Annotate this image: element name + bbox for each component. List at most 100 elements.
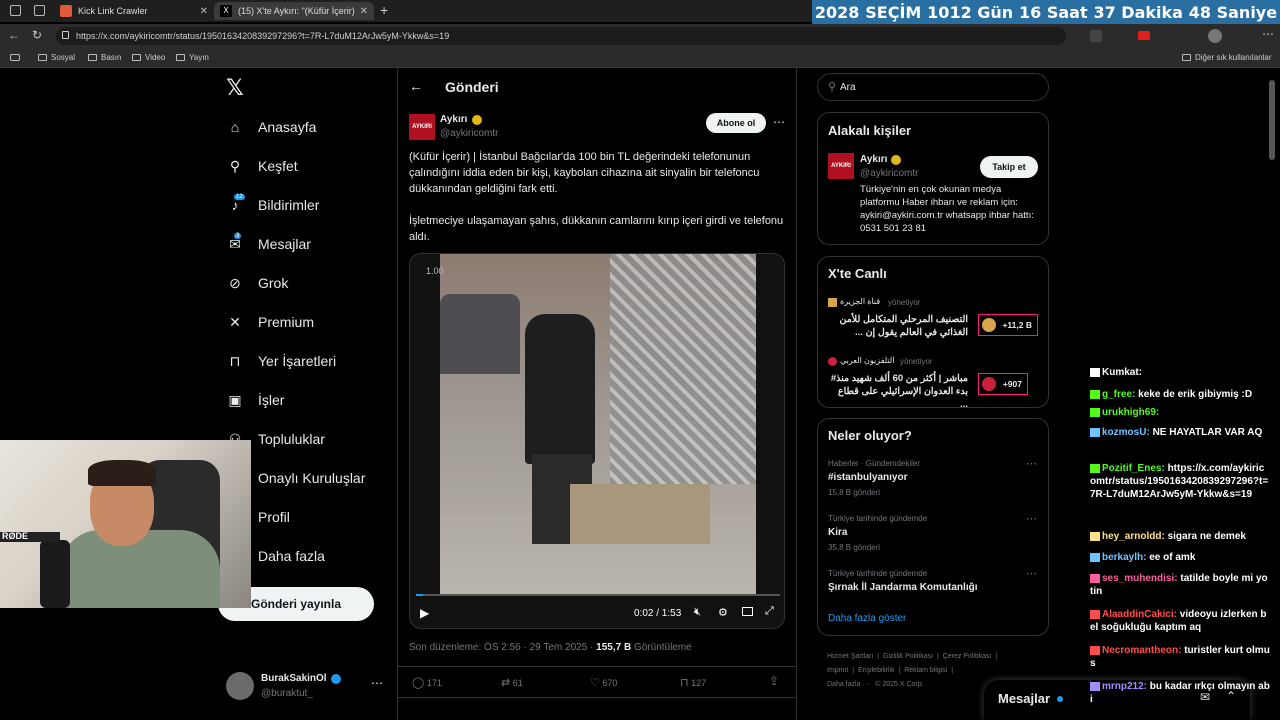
refresh-icon[interactable]: ↻ [32,28,42,42]
chat-username[interactable]: hey_arnoldd: [1102,531,1165,542]
extensions-icon[interactable] [1090,30,1102,42]
trends-title: Neler oluyor? [828,428,912,443]
tab-kick-link-crawler[interactable]: Kick Link Crawler ✕ [54,2,214,20]
footer-link[interactable]: Erişilebilirlik [858,667,895,674]
chat-line: Necromantheon: turistler kurt olmus [1090,644,1270,670]
tab-close-icon[interactable]: ✕ [359,5,368,17]
account-switcher[interactable]: BurakSakinOl @buraktut_ ⋯ [226,670,386,702]
trend-more-icon[interactable]: ⋯ [1026,512,1037,525]
new-tab-icon[interactable]: + [380,2,388,18]
volume-icon[interactable]: 🔇︎ [694,606,701,619]
live-listeners: +907 [978,373,1028,395]
back-icon[interactable]: ← [8,28,20,42]
trend-item[interactable]: Türkiye tarihinde gündemde Şırnak İl Jan… [828,567,1040,599]
author-name[interactable]: Aykırı [440,114,467,125]
chat-username[interactable]: Necromantheon: [1102,645,1181,656]
other-bookmarks[interactable]: Diğer sık kullanılanlar [1182,53,1271,62]
footer-link[interactable]: Gizlilik Politikası [883,653,933,660]
scrollbar-thumb[interactable] [1269,80,1275,160]
post-header: ← Gönderi [398,68,796,106]
account-handle: @buraktut_ [261,688,313,699]
chat-username[interactable]: kozmosU: [1102,427,1150,438]
chat-username[interactable]: mrnp212: [1102,681,1147,692]
account-more-icon[interactable]: ⋯ [371,676,383,690]
fullscreen-icon[interactable]: ⤢ [765,605,774,618]
post-more-icon[interactable]: ⋯ [773,115,785,129]
video-player[interactable]: 1.00 ▶ 0:02 / 1:53 🔇︎ ⚙ ⤢ [409,253,785,629]
related-name[interactable]: Aykırı [860,154,887,165]
home-icon: ⌂ [230,119,240,135]
chat-badge-icon [1090,573,1100,583]
tab-x-post[interactable]: X (15) X'te Aykırı: "(Küfür İçerir) | İs… [214,2,374,20]
stream-chat: Kumkat: g_free: keke de erik gibiymiş :D… [1088,362,1273,720]
chat-line: urukhigh69: [1090,406,1270,419]
election-countdown-banner: 2028 SEÇİM 1012 Gün 16 Saat 37 Dakika 48… [812,0,1280,24]
trend-item[interactable]: Türkiye tarihinde gündemde Kira 35,8 B g… [828,512,1040,558]
workspaces-icon[interactable] [10,5,21,16]
countdown-minutes: 37 Dakika [1093,2,1183,22]
youtube-extension-icon[interactable] [1138,31,1150,40]
live-item[interactable]: قناة الجزيرة yönetiyor التصنيف المرحلي ا… [828,297,1040,345]
bookmark-manager-icon[interactable] [10,54,20,61]
share-icon[interactable]: ⇪ [769,674,779,688]
related-avatar[interactable]: AYKIRI [828,153,854,179]
chat-line: AlaaddinCakici: videoyu izlerken bel soğ… [1090,608,1270,634]
nav-item-grok[interactable]: ⊘ Grok [226,268,288,298]
nav-label: Topluluklar [258,431,325,447]
nav-item-home[interactable]: ⌂ Anasayfa [226,112,317,142]
reply-button[interactable]: ◯ 171 [412,676,442,689]
live-thumb-icon [982,318,996,332]
back-arrow-icon[interactable]: ← [409,78,423,94]
nav-item-explore[interactable]: ⚲ Keşfet [226,151,298,181]
search-input[interactable]: ⚲ Ara [817,73,1049,101]
bookmark-button[interactable]: ⊓ 127 [680,676,706,689]
bookmarks-bar: Sosyal Basın Video Yayın Diğer sık kulla… [0,48,1280,68]
like-button[interactable]: ♡ 670 [590,676,617,689]
chat-username[interactable]: Kumkat: [1102,367,1142,378]
nav-item-notifications[interactable]: ♪ 12 Bildirimler [226,190,319,220]
footer-link[interactable]: Reklam bilgisi [904,667,947,674]
nav-item-bookmarks[interactable]: ⊓ Yer İşaretleri [226,346,337,376]
address-bar[interactable]: https://x.com/aykiricomtr/status/1950163… [56,27,1066,45]
show-more-link[interactable]: Daha fazla göster [828,613,906,624]
chat-username[interactable]: ses_muhendisi: [1102,573,1178,584]
footer-link[interactable]: Imprint [827,667,848,674]
chat-username[interactable]: g_free: [1102,389,1135,400]
repost-button[interactable]: ⇄ 61 [501,676,523,689]
profile-avatar-icon[interactable] [1208,29,1222,43]
live-item[interactable]: التلفزيون العربي yönetiyor مباشر | أكثر … [828,356,1040,410]
chat-username[interactable]: berkaylh: [1102,552,1146,563]
trend-more-icon[interactable]: ⋯ [1026,567,1037,580]
bookmark-label: Video [145,53,166,62]
follow-button[interactable]: Takip et [980,156,1038,178]
bookmark-sosyal[interactable]: Sosyal [38,53,75,62]
nav-item-messages[interactable]: ✉ 3 Mesajlar [226,229,311,259]
bookmark-video[interactable]: Video [132,53,165,62]
author-avatar[interactable]: AYKIRI [409,114,435,140]
menu-icon[interactable]: ⋯ [1262,27,1274,41]
play-icon[interactable]: ▶ [420,606,429,620]
trend-more-icon[interactable]: ⋯ [1026,457,1037,470]
footer-link[interactable]: Çerez Politikası [943,653,992,660]
tab-close-icon[interactable]: ✕ [200,6,208,17]
nav-item-premium[interactable]: ✕ Premium [226,307,314,337]
bookmark-basin[interactable]: Basın [88,53,121,62]
chat-username[interactable]: Pozitif_Enes: [1102,463,1165,474]
pip-icon[interactable] [742,607,753,616]
live-role: yönetiyor [900,357,933,366]
chat-username[interactable]: AlaaddinCakici: [1102,609,1177,620]
chat-username[interactable]: urukhigh69: [1102,407,1159,418]
settings-gear-icon[interactable]: ⚙ [718,606,728,619]
footer-link[interactable]: Daha fazla ··· [827,681,869,688]
countdown-days: 1012 Gün [927,2,1014,22]
x-logo-icon[interactable]: 𝕏 [226,76,244,101]
video-progress-track[interactable] [416,594,780,596]
nav-item-jobs[interactable]: ▣ İşler [226,385,284,415]
subscribe-label: Abone ol [716,118,756,128]
trend-item[interactable]: Haberler · Gündemdekiler #istanbulyanıyo… [828,457,1040,503]
footer-link[interactable]: Hizmet Şartları [827,653,873,660]
subscribe-button[interactable]: Abone ol [706,113,766,133]
tab-actions-icon[interactable] [34,5,45,16]
bookmark-yayin[interactable]: Yayın [176,53,209,62]
url-text: https://x.com/aykiricomtr/status/1950163… [76,31,450,41]
